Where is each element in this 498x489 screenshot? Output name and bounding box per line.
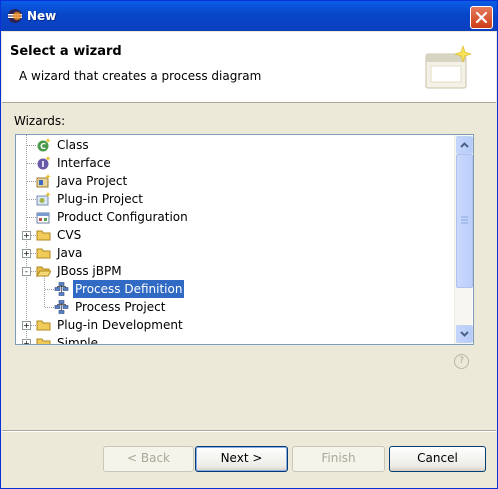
close-button[interactable] bbox=[470, 6, 493, 29]
tree-item-label: Java bbox=[57, 246, 83, 260]
svg-text:I: I bbox=[42, 160, 45, 169]
close-icon bbox=[475, 11, 488, 24]
tree-item-label: Class bbox=[57, 138, 89, 152]
finish-button[interactable]: Finish bbox=[292, 446, 385, 472]
folder-icon bbox=[36, 230, 51, 241]
cancel-button[interactable]: Cancel bbox=[389, 446, 486, 472]
java-class-icon: C bbox=[37, 138, 51, 152]
wizard-tree-items: C Class I Interface Java Project Plug-in… bbox=[16, 135, 454, 344]
page-description: A wizard that creates a process diagram bbox=[19, 69, 262, 83]
eclipse-app-icon bbox=[8, 9, 22, 23]
tree-item-label: Simple bbox=[57, 336, 98, 345]
java-interface-icon: I bbox=[37, 156, 51, 170]
folder-icon bbox=[36, 320, 51, 331]
window-title: New bbox=[27, 9, 57, 23]
wizards-label: Wizards: bbox=[14, 114, 66, 128]
tree-item-label: CVS bbox=[57, 228, 82, 242]
process-icon bbox=[54, 282, 69, 296]
back-button[interactable]: < Back bbox=[103, 446, 194, 472]
tree-item-label: Product Configuration bbox=[57, 210, 188, 224]
tree-item-label: Interface bbox=[57, 156, 111, 170]
wizard-banner-icon bbox=[425, 45, 472, 89]
svg-text:C: C bbox=[40, 142, 46, 151]
product-configuration-icon bbox=[36, 212, 50, 224]
tree-vertical-scrollbar[interactable] bbox=[454, 135, 473, 344]
tree-item-label: Plug-in Development bbox=[57, 318, 183, 332]
tree-item-label: Process Project bbox=[75, 300, 166, 314]
expand-toggle-java[interactable]: + bbox=[22, 249, 31, 258]
tree-item-label: JBoss jBPM bbox=[57, 264, 122, 278]
help-icon[interactable]: ? bbox=[454, 354, 469, 369]
wizard-tree[interactable]: C Class I Interface Java Project Plug-in… bbox=[15, 134, 474, 345]
wizard-header: Select a wizard A wizard that creates a … bbox=[2, 32, 496, 103]
scroll-up-button[interactable] bbox=[456, 136, 473, 154]
collapse-toggle-jboss-jbpm[interactable]: - bbox=[22, 267, 31, 276]
tree-item-label: Plug-in Project bbox=[57, 192, 143, 206]
chevron-down-icon bbox=[460, 331, 469, 337]
process-icon bbox=[54, 300, 69, 314]
folder-icon bbox=[36, 248, 51, 259]
chevron-up-icon bbox=[460, 142, 469, 148]
new-wizard-dialog: New Select a wizard A wizard that create… bbox=[0, 0, 498, 489]
scroll-down-button[interactable] bbox=[456, 325, 473, 343]
expand-toggle-cvs[interactable]: + bbox=[22, 231, 31, 240]
folder-open-icon bbox=[36, 266, 51, 278]
button-bar-separator bbox=[2, 430, 496, 432]
java-project-icon bbox=[36, 174, 51, 188]
page-title: Select a wizard bbox=[10, 44, 122, 59]
plugin-project-icon bbox=[36, 192, 51, 206]
expand-toggle-simple[interactable]: + bbox=[22, 339, 31, 344]
tree-item-label: Java Project bbox=[57, 174, 128, 188]
scroll-thumb[interactable] bbox=[456, 154, 473, 288]
tree-item-label: Process Definition bbox=[73, 280, 185, 298]
title-bar[interactable]: New bbox=[1, 1, 497, 31]
folder-icon bbox=[36, 338, 51, 344]
expand-toggle-plugin-development[interactable]: + bbox=[22, 321, 31, 330]
grip-icon bbox=[461, 216, 468, 224]
next-button[interactable]: Next > bbox=[195, 446, 288, 472]
